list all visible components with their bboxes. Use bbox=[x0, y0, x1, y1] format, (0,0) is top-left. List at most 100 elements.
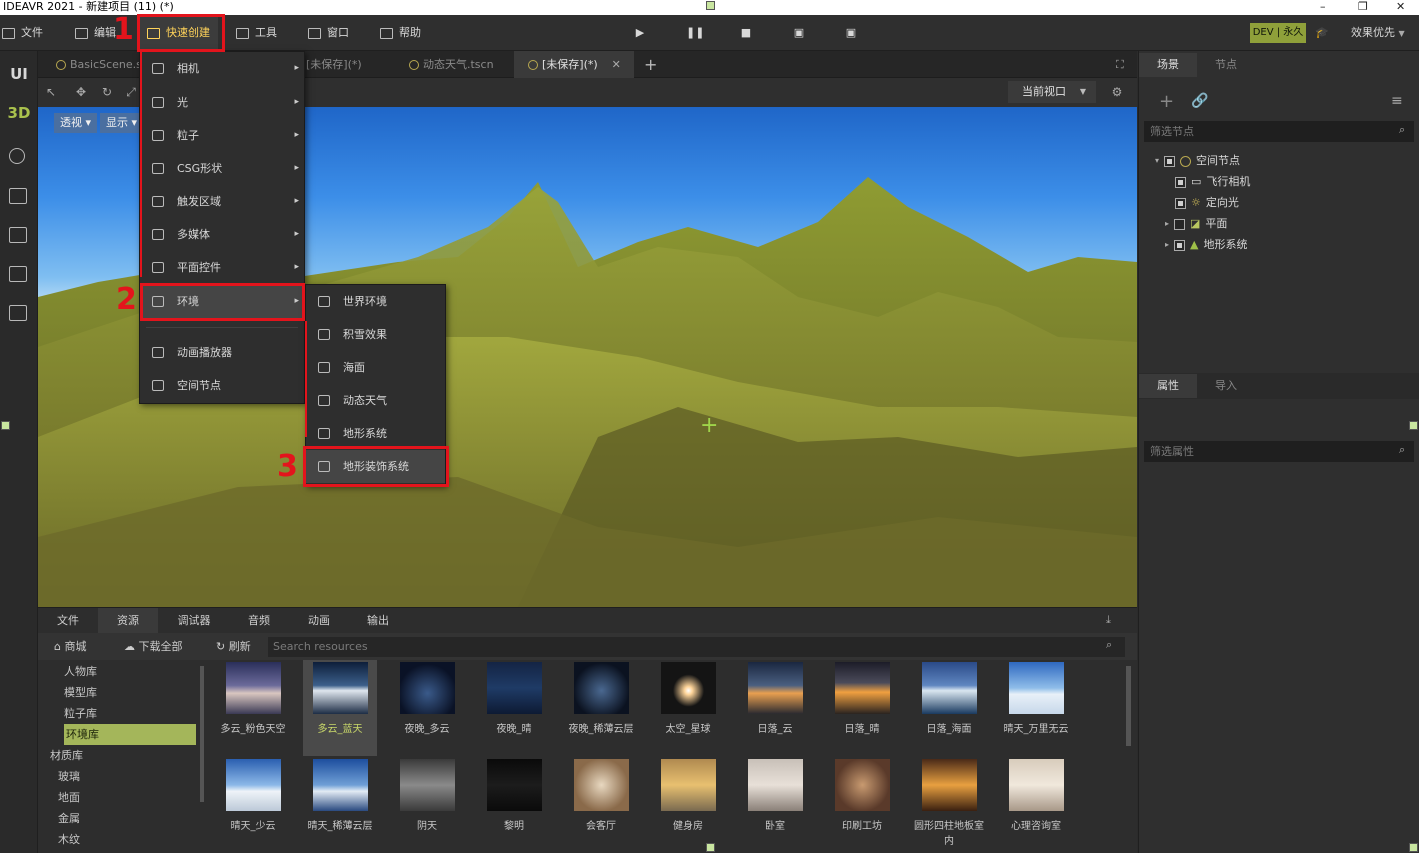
asset-tile[interactable]: 多云_粉色天空 bbox=[216, 660, 290, 756]
stop-icon[interactable]: ■ bbox=[738, 25, 754, 41]
quick-create-item-csg-shape[interactable]: CSG形状 ▸ bbox=[140, 152, 304, 185]
asset-tile[interactable]: 日落_晴 bbox=[825, 660, 899, 756]
tree-node[interactable]: ☼ 定向光 bbox=[1175, 193, 1239, 213]
resize-handle[interactable] bbox=[1, 421, 10, 430]
perspective-dropdown[interactable]: 透视 ▾ bbox=[54, 113, 98, 133]
pause-icon[interactable]: ❚❚ bbox=[686, 25, 704, 41]
menu-icon[interactable]: ≡ bbox=[1391, 93, 1403, 109]
menu-file[interactable]: 文件 bbox=[2, 15, 43, 51]
resize-handle[interactable] bbox=[1409, 421, 1418, 430]
asset-tile[interactable]: 夜晚_多云 bbox=[390, 660, 464, 756]
add-node-icon[interactable]: + bbox=[1159, 91, 1174, 112]
asset-tile[interactable]: 圆形四柱地板室内 bbox=[912, 757, 986, 852]
environment-item-dynamic-weather[interactable]: 动态天气 bbox=[306, 384, 445, 417]
asset-tile[interactable]: 晴天_少云 bbox=[216, 757, 290, 852]
menu-edit[interactable]: 编辑 bbox=[75, 15, 116, 51]
resize-handle[interactable] bbox=[706, 1, 715, 10]
scene-tab[interactable]: BasicScene.s bbox=[56, 51, 146, 78]
3d-mode-button[interactable]: 3D bbox=[0, 104, 38, 122]
current-view-dropdown[interactable]: 当前视口 ▼ bbox=[1008, 81, 1096, 103]
link-icon[interactable]: 🔗 bbox=[1191, 93, 1208, 109]
library-subcategory[interactable]: 木纹 bbox=[58, 829, 80, 850]
library-subcategory[interactable]: 地面 bbox=[58, 787, 80, 808]
asset-tile[interactable]: 晴天_万里无云 bbox=[999, 660, 1073, 756]
asset-tile[interactable]: 夜晚_稀薄云层 bbox=[564, 660, 638, 756]
settings-panel-icon[interactable] bbox=[9, 227, 27, 243]
library-category[interactable]: 人物库 bbox=[64, 661, 97, 682]
scene-tab-active[interactable]: [未保存](*) ✕ bbox=[514, 51, 634, 78]
asset-tile[interactable]: 太空_星球 bbox=[651, 660, 725, 756]
expand-icon[interactable]: ▸ bbox=[1165, 214, 1169, 234]
maximize-button[interactable]: ❐ bbox=[1358, 0, 1368, 14]
bottom-tab-audio[interactable]: 音频 bbox=[230, 608, 288, 633]
library-scrollbar[interactable] bbox=[200, 666, 204, 802]
quick-create-item-spatial-node[interactable]: 空间节点 bbox=[140, 369, 304, 402]
menu-window[interactable]: 窗口 bbox=[308, 15, 349, 51]
tab-properties[interactable]: 属性 bbox=[1139, 374, 1197, 398]
graduation-cap-icon[interactable]: 🎓 bbox=[1314, 25, 1330, 41]
play-icon[interactable]: ▶ bbox=[632, 25, 648, 41]
asset-tile[interactable]: 阴天 bbox=[390, 757, 464, 852]
minimize-button[interactable]: – bbox=[1320, 0, 1326, 14]
bottom-tab-file[interactable]: 文件 bbox=[38, 608, 98, 633]
quick-create-item-particles[interactable]: 粒子 ▸ bbox=[140, 119, 304, 152]
tree-node[interactable]: ▭ 飞行相机 bbox=[1175, 172, 1250, 192]
play-scene-icon[interactable]: ▣ bbox=[791, 25, 807, 41]
environment-item-world-environment[interactable]: 世界环境 bbox=[306, 285, 445, 318]
resource-search-input[interactable]: Search resources bbox=[268, 637, 1125, 657]
property-filter-input[interactable]: 筛选属性 bbox=[1144, 441, 1414, 462]
expand-icon[interactable]: ▾ bbox=[1155, 151, 1159, 171]
library-category[interactable]: 环境库 bbox=[64, 724, 196, 745]
library-category[interactable]: 粒子库 bbox=[64, 703, 97, 724]
bottom-tab-animation[interactable]: 动画 bbox=[290, 608, 348, 633]
node-filter-input[interactable]: 筛选节点 bbox=[1144, 121, 1414, 142]
visibility-checkbox[interactable] bbox=[1174, 239, 1186, 251]
expand-icon[interactable]: ▸ bbox=[1165, 235, 1169, 255]
library-subcategory[interactable]: 金属 bbox=[58, 808, 80, 829]
bottom-tab-output[interactable]: 输出 bbox=[350, 608, 406, 633]
asset-tile[interactable]: 多云_蓝天 bbox=[303, 660, 377, 756]
scene-tab[interactable]: 动态天气.tscn bbox=[409, 51, 509, 78]
fullscreen-icon[interactable]: ⛶ bbox=[1116, 51, 1124, 78]
resize-handle[interactable] bbox=[706, 843, 715, 852]
library-category[interactable]: 模型库 bbox=[64, 682, 97, 703]
rotate-tool-icon[interactable]: ↻ bbox=[100, 85, 114, 99]
asset-tile[interactable]: 黎明 bbox=[477, 757, 551, 852]
quick-create-item-light[interactable]: 光 ▸ bbox=[140, 86, 304, 119]
asset-scrollbar[interactable] bbox=[1126, 666, 1131, 746]
gear-icon[interactable]: ⚙ bbox=[1110, 85, 1124, 99]
tree-node[interactable]: ▸ ◪ 平面 bbox=[1165, 214, 1227, 234]
visibility-checkbox[interactable] bbox=[1174, 218, 1186, 230]
environment-item-ocean-surface[interactable]: 海面 bbox=[306, 351, 445, 384]
environment-item-snow-effect[interactable]: 积雪效果 bbox=[306, 318, 445, 351]
export-icon[interactable] bbox=[9, 266, 27, 282]
quick-create-item-camera[interactable]: 相机 ▸ bbox=[140, 52, 304, 85]
scale-tool-icon[interactable]: ⤢ bbox=[124, 85, 138, 99]
visibility-checkbox[interactable] bbox=[1164, 155, 1176, 167]
shop-button[interactable]: ⌂ 商城 bbox=[54, 638, 86, 654]
visibility-checkbox[interactable] bbox=[1175, 197, 1186, 209]
asset-tile[interactable]: 夜晚_晴 bbox=[477, 660, 551, 756]
tab-node[interactable]: 节点 bbox=[1197, 53, 1255, 77]
close-tab-icon[interactable]: ✕ bbox=[612, 51, 621, 78]
asset-tile[interactable]: 印刷工坊 bbox=[825, 757, 899, 852]
download-all-button[interactable]: ☁ 下载全部 bbox=[124, 638, 183, 654]
add-tab-icon[interactable]: + bbox=[644, 51, 657, 78]
store-icon[interactable] bbox=[9, 188, 27, 204]
refresh-button[interactable]: ↻ 刷新 bbox=[216, 638, 251, 654]
bottom-tab-resources[interactable]: 资源 bbox=[98, 608, 158, 633]
quick-create-item-plane-widget[interactable]: 平面控件 ▸ bbox=[140, 251, 304, 284]
exit-icon[interactable] bbox=[9, 305, 27, 321]
asset-tile[interactable]: 晴天_稀薄云层 bbox=[303, 757, 377, 852]
resize-handle[interactable] bbox=[1409, 843, 1418, 852]
move-tool-icon[interactable]: ✥ bbox=[74, 85, 88, 99]
asset-tile[interactable]: 日落_云 bbox=[738, 660, 812, 756]
library-subcategory[interactable]: 玻璃 bbox=[58, 766, 80, 787]
menu-tools[interactable]: 工具 bbox=[236, 15, 277, 51]
quick-create-item-trigger-area[interactable]: 触发区域 ▸ bbox=[140, 185, 304, 218]
menu-help[interactable]: 帮助 bbox=[380, 15, 421, 51]
asset-tile[interactable]: 日落_海面 bbox=[912, 660, 986, 756]
render-quality-dropdown[interactable]: 效果优先 ▼ bbox=[1351, 15, 1405, 52]
asset-tile[interactable]: 卧室 bbox=[738, 757, 812, 852]
tree-node[interactable]: ▸ ▲ 地形系统 bbox=[1165, 235, 1247, 255]
